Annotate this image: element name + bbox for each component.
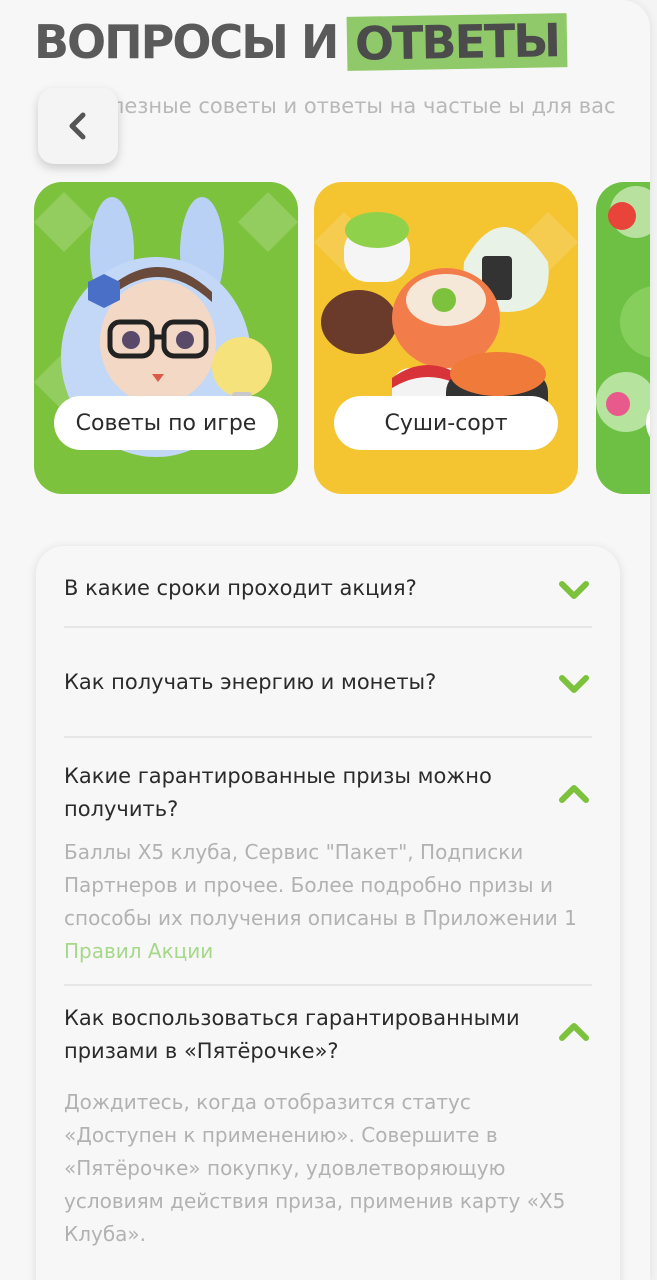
faq-answer: Баллы X5 клуба, Сервис "Пакет", Подписки…	[64, 836, 592, 968]
faq-question[interactable]: В какие сроки проходит акция?	[64, 572, 477, 605]
chevron-down-icon[interactable]	[558, 668, 590, 700]
faq-question[interactable]: Как воспользоваться гарантированными при…	[64, 1002, 592, 1068]
back-button[interactable]	[38, 88, 118, 164]
chevron-up-icon[interactable]	[558, 1016, 590, 1048]
chevron-up-icon[interactable]	[558, 778, 590, 810]
bubbles-illustration	[596, 186, 650, 432]
faq-question[interactable]: Как получать энергию и монеты?	[64, 666, 496, 699]
faq-item-expanded[interactable]: Как воспользоваться гарантированными при…	[64, 986, 592, 1251]
card-sushi-sort[interactable]: Суши-сорт	[314, 182, 578, 494]
page-subtitle: и полезные советы и ответы на частые ы д…	[64, 94, 616, 118]
faq-item-expanded[interactable]: Какие гарантированные призы можно получи…	[64, 738, 592, 986]
faq-question[interactable]: Какие гарантированные призы можно получи…	[64, 760, 592, 826]
chevron-down-icon[interactable]	[558, 574, 590, 606]
faq-item[interactable]: Как получать энергию и монеты?	[64, 628, 592, 738]
faq-item[interactable]: В какие сроки проходит акция?	[64, 546, 592, 628]
card-label: Советы по игре	[54, 396, 278, 450]
faq-answer-text: Баллы X5 клуба, Сервис "Пакет", Подписки…	[64, 840, 577, 930]
faq-screen: ВОПРОСЫ И ОТВЕТЫ и полезные советы и отв…	[0, 0, 650, 1280]
faq-answer: Дождитесь, когда отобразится статус «Дос…	[64, 1090, 566, 1246]
title-part-1: ВОПРОСЫ И	[34, 15, 339, 69]
card-label: Суши-сорт	[334, 396, 558, 450]
title-part-2-highlight: ОТВЕТЫ	[346, 13, 568, 71]
faq-list: В какие сроки проходит акция? Как получа…	[36, 546, 620, 1280]
card-third-partial[interactable]: П	[596, 182, 650, 494]
chevron-left-icon	[69, 112, 86, 140]
category-carousel[interactable]: Советы по игре Суши-сорт	[34, 182, 650, 494]
rules-link[interactable]: Правил Акции	[64, 939, 213, 963]
card-game-tips[interactable]: Советы по игре	[34, 182, 298, 494]
page-title: ВОПРОСЫ И ОТВЕТЫ	[34, 10, 568, 74]
